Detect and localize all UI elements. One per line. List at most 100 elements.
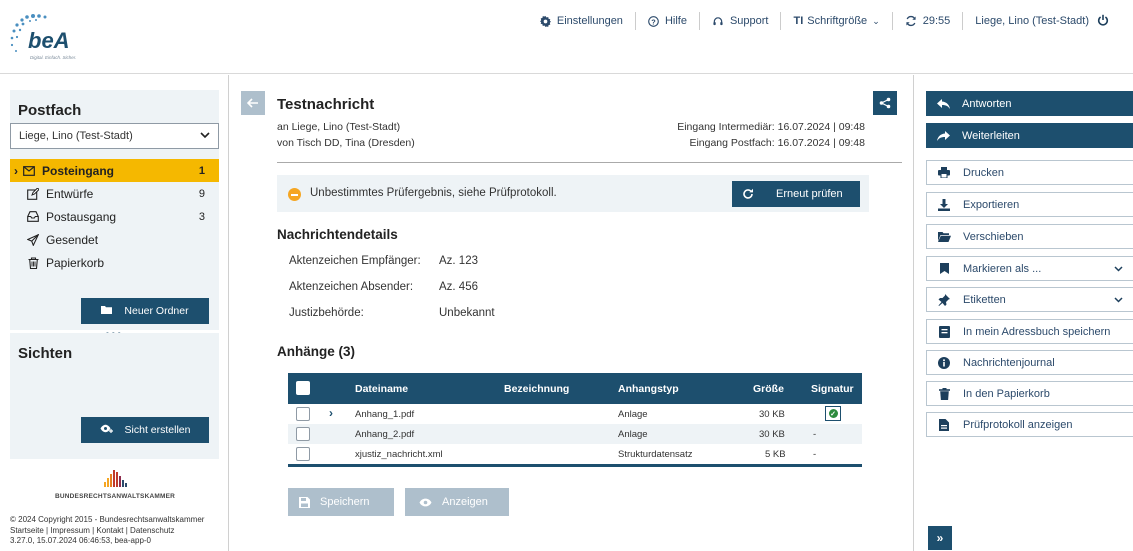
address-book-label: In mein Adressbuch speichern [963, 325, 1111, 338]
brak-logo[interactable]: BUNDESRECHTSANWALTSKAMMER [30, 469, 200, 500]
received-mailbox: Eingang Postfach: 16.07.2024 | 09:48 [689, 137, 865, 149]
print-button[interactable]: Drucken [926, 160, 1133, 185]
new-folder-button[interactable]: Neuer Ordner [81, 298, 209, 324]
edit-icon [26, 187, 40, 200]
trash-button[interactable]: In den Papierkorb [926, 381, 1133, 406]
col-signature[interactable]: Signatur [811, 383, 854, 395]
left-sidebar: Postfach Liege, Lino (Test-Stadt) › Post… [0, 75, 229, 551]
attachments-title: Anhänge (3) [277, 344, 356, 359]
table-row[interactable]: › Anhang_1.pdf Anlage 30 KB ✓ [288, 404, 862, 424]
folder-label: Postausgang [46, 209, 117, 224]
top-bar: beA Digital. Einfach. Sicher. Einstellun… [0, 0, 1133, 74]
save-button[interactable]: Speichern [288, 488, 394, 516]
help-link[interactable]: ? Hilfe [634, 12, 699, 30]
session-timer[interactable]: 29:55 [891, 12, 963, 30]
col-size[interactable]: Größe [753, 383, 784, 395]
svg-text:Digital. Einfach. Sicher.: Digital. Einfach. Sicher. [30, 55, 76, 60]
view-button[interactable]: Anzeigen [405, 488, 509, 516]
table-bottom-rule [288, 464, 862, 467]
col-designation[interactable]: Bezeichnung [504, 383, 569, 395]
cell-filename[interactable]: xjustiz_nachricht.xml [355, 449, 443, 460]
signature-valid-icon[interactable]: ✓ [825, 406, 841, 421]
forward-button[interactable]: Weiterleiten [926, 123, 1133, 148]
view-label: Anzeigen [442, 496, 488, 508]
check-result-text: Unbestimmtes Prüfergebnis, siehe Prüfpro… [310, 187, 557, 199]
journal-label: Nachrichtenjournal [963, 356, 1055, 369]
detail-row: Aktenzeichen Absender: Az. 456 [289, 281, 478, 293]
chevron-right-icon[interactable]: › [329, 406, 333, 420]
mark-as-dropdown[interactable]: Markieren als ... [926, 256, 1133, 281]
col-filename[interactable]: Dateiname [355, 383, 408, 395]
folder-gesendet[interactable]: Gesendet [10, 228, 219, 251]
message-title: Testnachricht [277, 96, 375, 113]
refresh-icon [742, 188, 754, 200]
row-checkbox[interactable] [296, 427, 310, 441]
user-logout[interactable]: Liege, Lino (Test-Stadt) [962, 12, 1121, 30]
settings-link[interactable]: Einstellungen [528, 12, 635, 30]
back-button[interactable] [241, 91, 265, 115]
folder-list: › Posteingang 1 Entwürfe 9 Postausgang 3… [10, 159, 219, 274]
move-button[interactable]: Verschieben [926, 224, 1133, 249]
footer-links[interactable]: Startseite | Impressum | Kontakt | Daten… [10, 526, 225, 537]
folder-papierkorb[interactable]: Papierkorb [10, 251, 219, 274]
col-type[interactable]: Anhangstyp [618, 383, 679, 395]
logo-text: beA [28, 28, 70, 53]
settings-label: Einstellungen [556, 15, 623, 27]
cell-filename[interactable]: Anhang_1.pdf [355, 409, 414, 420]
folder-entwuerfe[interactable]: Entwürfe 9 [10, 182, 219, 205]
save-label: Speichern [320, 496, 370, 508]
bea-logo[interactable]: beA Digital. Einfach. Sicher. [8, 10, 103, 66]
footer: © 2024 Copyright 2015 - Bundesrechtsanwa… [10, 515, 225, 547]
forward-icon [936, 130, 950, 141]
protocol-button[interactable]: Prüfprotokoll anzeigen [926, 412, 1133, 437]
share-button[interactable] [873, 91, 897, 115]
message-sender: von Tisch DD, Tina (Dresden) [277, 137, 415, 149]
mailbox-title: Postfach [18, 102, 82, 119]
trash-icon [26, 256, 40, 269]
mailbox-panel: Postfach Liege, Lino (Test-Stadt) › Post… [10, 90, 219, 330]
cell-signature: - [813, 429, 817, 440]
check-result-panel: Unbestimmtes Prüfergebnis, siehe Prüfpro… [277, 175, 869, 212]
arrow-left-icon [247, 98, 258, 108]
folder-count: 9 [198, 187, 205, 200]
user-name: Liege, Lino (Test-Stadt) [975, 15, 1089, 27]
views-panel: Sichten Sicht erstellen [10, 333, 219, 459]
journal-button[interactable]: Nachrichtenjournal [926, 350, 1133, 375]
detail-label: Aktenzeichen Absender: [289, 281, 414, 293]
create-view-button[interactable]: Sicht erstellen [81, 417, 209, 443]
labels-dropdown[interactable]: Etiketten [926, 287, 1133, 312]
create-view-label: Sicht erstellen [124, 424, 191, 436]
folder-label: Gesendet [46, 232, 99, 247]
font-size-dropdown[interactable]: TI Schriftgröße ⌄ [780, 12, 891, 30]
address-book-button[interactable]: In mein Adressbuch speichern [926, 319, 1133, 344]
row-checkbox[interactable] [296, 447, 310, 461]
received-intermediary: Eingang Intermediär: 16.07.2024 | 09:48 [677, 121, 865, 133]
folder-posteingang[interactable]: › Posteingang 1 [10, 159, 219, 182]
print-label: Drucken [963, 166, 1004, 179]
table-row[interactable]: Anhang_2.pdf Anlage 30 KB - [288, 424, 862, 444]
reply-button[interactable]: Antworten [926, 91, 1133, 116]
cell-filename[interactable]: Anhang_2.pdf [355, 429, 414, 440]
recheck-button[interactable]: Erneut prüfen [732, 181, 860, 207]
detail-label: Justizbehörde: [289, 307, 364, 319]
table-header: Dateiname Bezeichnung Anhangstyp Größe S… [288, 373, 862, 404]
attachments-table: Dateiname Bezeichnung Anhangstyp Größe S… [288, 373, 862, 467]
mailbox-select[interactable]: Liege, Lino (Test-Stadt) [10, 123, 219, 149]
row-checkbox[interactable] [296, 407, 310, 421]
collapse-panel-button[interactable]: » [928, 526, 952, 550]
cell-size: 30 KB [759, 409, 785, 420]
detail-label: Aktenzeichen Empfänger: [289, 255, 421, 267]
table-row[interactable]: xjustiz_nachricht.xml Strukturdatensatz … [288, 444, 862, 464]
message-recipient: an Liege, Lino (Test-Stadt) [277, 121, 401, 133]
footer-version: 3.27.0, 15.07.2024 06:46:53, bea-app-0 [10, 536, 152, 545]
support-link[interactable]: Support [698, 12, 781, 30]
folder-count: 3 [198, 210, 205, 223]
power-icon[interactable] [1097, 14, 1109, 29]
eye-plus-icon [100, 424, 113, 436]
select-all-checkbox[interactable] [296, 381, 310, 395]
folder-label: Papierkorb [46, 255, 105, 270]
export-button[interactable]: Exportieren [926, 192, 1133, 217]
folder-postausgang[interactable]: Postausgang 3 [10, 205, 219, 228]
cell-type: Anlage [618, 429, 648, 440]
folder-label: Entwürfe [46, 186, 94, 201]
